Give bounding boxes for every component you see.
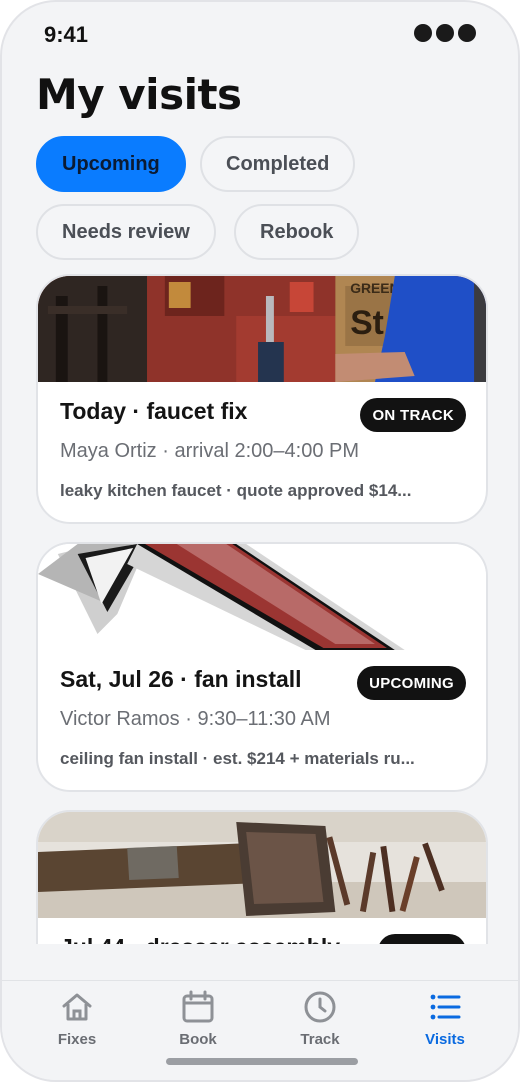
home-indicator[interactable] [166, 1058, 358, 1065]
status-time: 9:41 [44, 22, 89, 47]
tab-visits[interactable]: Visits [385, 989, 505, 1048]
visit-card[interactable]: Sat, Jul 26 · fan install UPCOMING Victo… [36, 542, 488, 792]
visits-list[interactable]: GREEN St Today · faucet fix ON TRACK May… [36, 274, 488, 944]
tab-label: Fixes [57, 1031, 97, 1048]
visit-description: leaky kitchen faucet · quote approved $1… [60, 481, 412, 500]
calendar-icon [182, 990, 214, 1023]
more-icon[interactable] [414, 24, 476, 42]
visit-description: ceiling fan install · est. $214 + materi… [60, 749, 415, 768]
tab-track[interactable]: Track [260, 989, 380, 1048]
visit-subtitle: Victor Ramos · 9:30–11:30 AM [60, 708, 331, 730]
visit-title: Jul 44 · dresser assembly [60, 934, 340, 944]
list-icon [430, 994, 461, 1020]
visit-title: Today · faucet fix [60, 398, 248, 424]
visit-subtitle: Maya Ortiz · arrival 2:00–4:00 PM [60, 440, 359, 462]
filter-upcoming[interactable]: Upcoming [36, 136, 186, 192]
status-badge: ON TRACK [360, 398, 466, 432]
filter-rebook[interactable]: Rebook [234, 204, 360, 260]
phone-screen: 9:41 My visits Upcoming Completed Needs … [0, 0, 520, 1082]
clock-icon [304, 991, 336, 1023]
tab-bar: Fixes Book Track Visits [2, 980, 518, 1080]
filter-completed[interactable]: Completed [200, 136, 356, 192]
visit-card[interactable]: GREEN St Today · faucet fix ON TRACK May… [36, 274, 488, 524]
house-icon [62, 993, 92, 1021]
filter-needs-review[interactable]: Needs review [36, 204, 216, 260]
visit-title: Sat, Jul 26 · fan install [60, 666, 302, 692]
hammer-nails-photo [38, 812, 486, 918]
tab-label: Visits [425, 1031, 465, 1048]
tab-label: Book [179, 1031, 217, 1048]
tab-book[interactable]: Book [138, 989, 258, 1048]
page-title: My visits [36, 70, 242, 119]
status-badge: UPCOMING [357, 666, 466, 700]
visit-card[interactable]: Jul 44 · dresser assembly [36, 810, 488, 944]
plumbing-photo: GREEN St [38, 276, 486, 382]
svg-text:St: St [350, 304, 384, 342]
status-badge [378, 934, 466, 944]
tab-label: Track [300, 1031, 340, 1048]
hammer-illustration [38, 544, 486, 650]
tab-fixes[interactable]: Fixes [17, 989, 137, 1048]
